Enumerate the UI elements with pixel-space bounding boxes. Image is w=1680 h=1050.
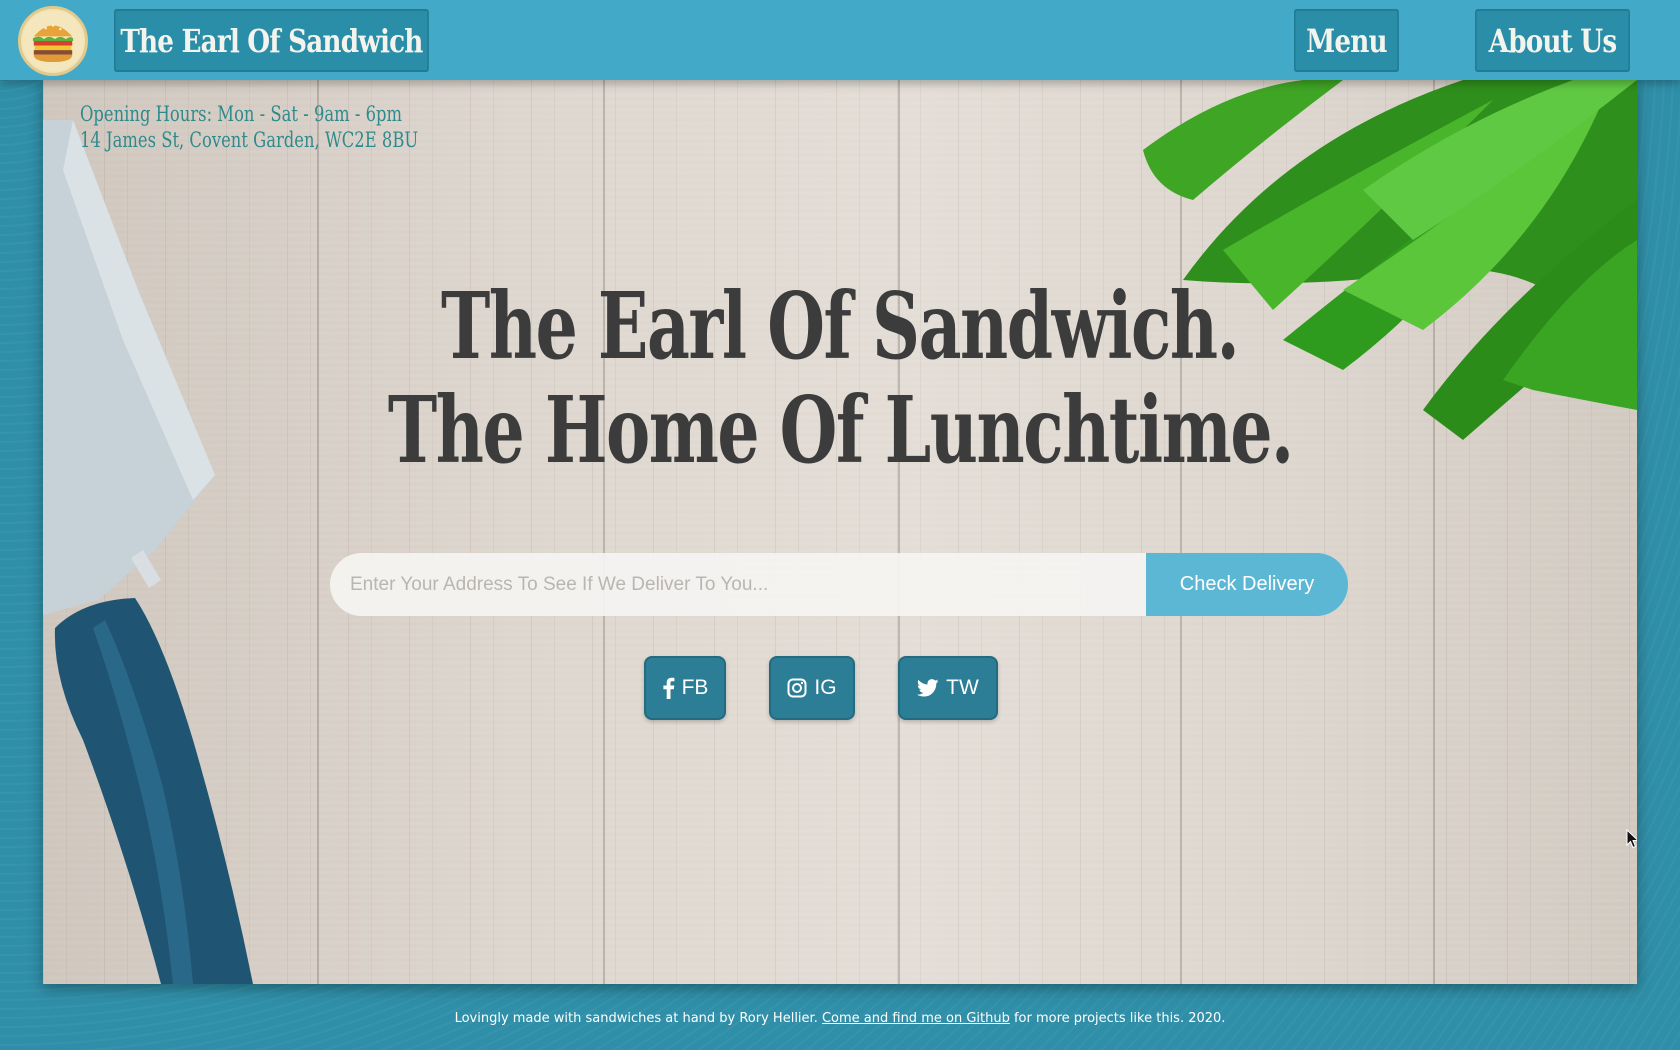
- mouse-cursor-icon: [1626, 829, 1637, 849]
- opening-hours-text: Opening Hours: Mon - Sat - 9am - 6pm: [80, 102, 403, 126]
- hero-headline-line1-text: The Earl Of Sandwich.: [441, 272, 1240, 380]
- instagram-label: IG: [814, 676, 837, 699]
- delivery-search-form: Check Delivery: [330, 553, 1348, 616]
- twitter-label: TW: [946, 676, 979, 699]
- footer-text-before: Lovingly made with sandwiches at hand by…: [454, 1011, 818, 1026]
- hero-headline-line2: The Home Of Lunchtime.: [43, 376, 1637, 484]
- hero-headline-line1: The Earl Of Sandwich.: [43, 272, 1637, 380]
- facebook-icon: [662, 677, 674, 699]
- menu-nav-button[interactable]: Menu: [1294, 9, 1399, 72]
- hero-headline-line2-text: The Home Of Lunchtime.: [387, 376, 1294, 484]
- page-footer: Lovingly made with sandwiches at hand by…: [0, 1011, 1680, 1026]
- footer-text-after: for more projects like this. 2020.: [1013, 1011, 1226, 1026]
- sandwich-logo-icon[interactable]: [18, 6, 88, 76]
- about-us-nav-button[interactable]: About Us: [1475, 9, 1630, 72]
- instagram-button[interactable]: IG: [769, 656, 855, 720]
- address-input[interactable]: [330, 553, 1146, 616]
- brand-title-button[interactable]: The Earl Of Sandwich: [114, 9, 429, 72]
- facebook-button[interactable]: FB: [644, 656, 726, 720]
- github-link[interactable]: Come and find me on Github: [822, 1011, 1010, 1026]
- knife-and-leaves-illustration: [43, 80, 1637, 984]
- top-navbar: The Earl Of Sandwich Menu About Us: [0, 0, 1680, 80]
- address-text: 14 James St, Covent Garden, WC2E 8BU: [80, 128, 419, 152]
- instagram-icon: [787, 678, 807, 698]
- check-delivery-button[interactable]: Check Delivery: [1146, 553, 1348, 616]
- facebook-label: FB: [681, 676, 709, 699]
- twitter-button[interactable]: TW: [898, 656, 998, 720]
- hero-panel: Opening Hours: Mon - Sat - 9am - 6pm 14 …: [43, 80, 1637, 984]
- twitter-icon: [917, 679, 939, 697]
